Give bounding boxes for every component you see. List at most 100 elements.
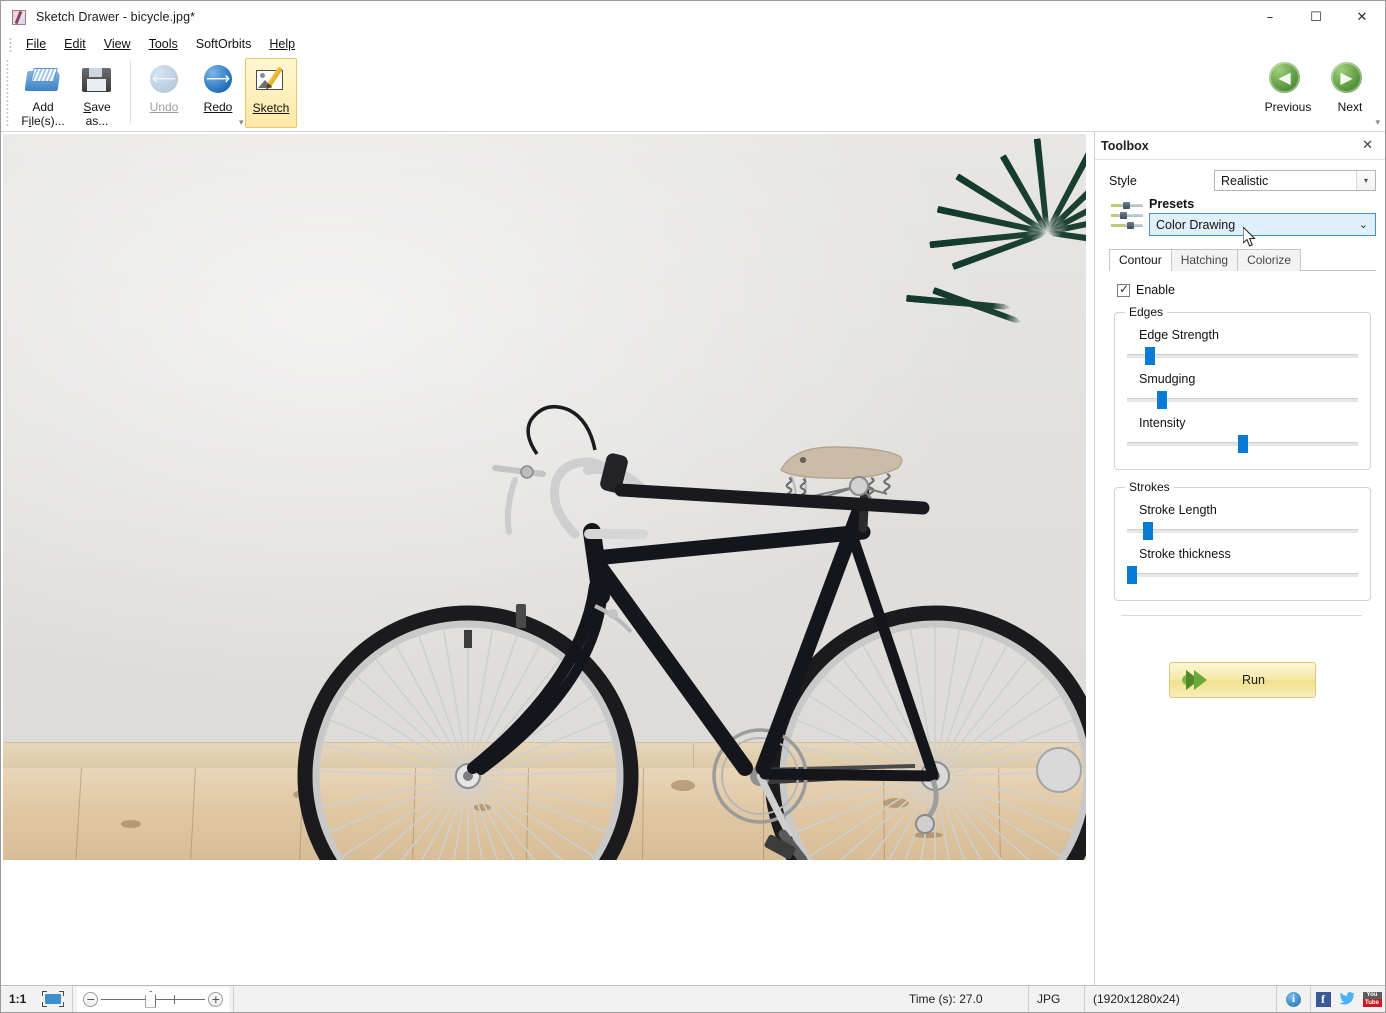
youtube-icon: You Tube bbox=[1362, 991, 1382, 1007]
style-dropdown[interactable]: Realistic ▾ bbox=[1214, 170, 1376, 191]
enable-checkbox[interactable] bbox=[1117, 282, 1130, 297]
add-files-button[interactable]: Add File(s)... bbox=[16, 58, 70, 128]
facebook-icon: f bbox=[1315, 991, 1331, 1007]
presets-dropdown[interactable]: Color Drawing ⌄ bbox=[1149, 213, 1376, 236]
processing-time: Time (s): 27.0 bbox=[901, 986, 1029, 1012]
info-button[interactable]: i bbox=[1277, 986, 1311, 1012]
open-folder-icon bbox=[24, 62, 62, 96]
edge-strength-slider[interactable] bbox=[1127, 347, 1358, 365]
bicycle-photo bbox=[3, 134, 1086, 860]
presets-column: Presets Color Drawing ⌄ bbox=[1149, 197, 1376, 236]
zoom-out-icon[interactable]: − bbox=[83, 991, 99, 1007]
floppy-disk-icon bbox=[78, 62, 116, 96]
previous-button[interactable]: ◀ Previous bbox=[1257, 58, 1319, 128]
run-button[interactable]: Run bbox=[1169, 662, 1316, 698]
window-title: Sketch Drawer - bicycle.jpg* bbox=[36, 10, 196, 24]
intensity-slider[interactable] bbox=[1127, 435, 1358, 453]
slider-track[interactable] bbox=[1127, 573, 1358, 577]
undo-label: Undo bbox=[149, 100, 179, 114]
menu-item-view[interactable]: View bbox=[95, 35, 140, 53]
toolbar-group-history: ⟵ Undo ⟶ Redo Sketch bbox=[137, 55, 297, 131]
smudging-label: Smudging bbox=[1139, 372, 1196, 386]
zoom-slider-thumb[interactable] bbox=[145, 990, 157, 1008]
toolbox-body: Style Realistic ▾ Presets Color Drawing … bbox=[1095, 160, 1385, 698]
menu-item-tools[interactable]: Tools bbox=[140, 35, 187, 53]
workspace: Toolbox ✕ Style Realistic ▾ Presets Colo… bbox=[1, 132, 1385, 985]
menu-item-file[interactable]: File bbox=[17, 35, 55, 53]
menu-file-label: File bbox=[26, 37, 47, 51]
menu-tools-label: Tools bbox=[148, 37, 178, 51]
window-controls: – ☐ ✕ bbox=[1247, 1, 1385, 33]
tab-colorize[interactable]: Colorize bbox=[1237, 249, 1302, 271]
zoom-slider-cell: − + bbox=[73, 986, 235, 1012]
style-value: Realistic bbox=[1221, 173, 1269, 188]
application-window: Sketch Drawer - bicycle.jpg* – ☐ ✕ File … bbox=[0, 0, 1386, 1013]
stroke-thickness-slider[interactable] bbox=[1127, 566, 1358, 584]
image-canvas[interactable] bbox=[1, 132, 1094, 985]
effect-tabs: Contour Hatching Colorize bbox=[1109, 249, 1376, 271]
menu-softorbits-label: SoftOrbits bbox=[195, 37, 252, 51]
status-bar-spacer bbox=[234, 986, 901, 1012]
sliders-presets-icon bbox=[1109, 200, 1145, 234]
toolbar-grip-handle[interactable] bbox=[6, 59, 13, 127]
zoom-slider[interactable]: − + bbox=[77, 986, 230, 1012]
menu-item-edit[interactable]: Edit bbox=[55, 35, 95, 53]
edge-strength-label: Edge Strength bbox=[1139, 328, 1219, 342]
status-bar: 1:1 − + Time (s): 27.0 JPG (1920x1280x24… bbox=[1, 985, 1385, 1012]
slider-thumb[interactable] bbox=[1127, 566, 1137, 584]
menu-item-help[interactable]: Help bbox=[260, 35, 304, 53]
chevron-down-icon[interactable]: ⌄ bbox=[1359, 218, 1368, 231]
image-dimensions: (1920x1280x24) bbox=[1085, 986, 1277, 1012]
youtube-button[interactable]: You Tube bbox=[1359, 986, 1385, 1012]
menu-grip-handle[interactable] bbox=[7, 36, 14, 52]
menu-item-softorbits[interactable]: SoftOrbits bbox=[187, 35, 261, 53]
slider-thumb[interactable] bbox=[1143, 522, 1154, 540]
sketch-app-icon bbox=[11, 9, 28, 26]
toolbox-close-icon[interactable]: ✕ bbox=[1358, 137, 1377, 154]
close-button[interactable]: ✕ bbox=[1339, 1, 1385, 33]
intensity-label: Intensity bbox=[1139, 416, 1186, 430]
tab-hatching[interactable]: Hatching bbox=[1170, 249, 1239, 271]
fit-to-window-button[interactable] bbox=[34, 986, 74, 1012]
zoom-slider-track[interactable] bbox=[101, 990, 206, 1008]
slider-thumb[interactable] bbox=[1157, 391, 1168, 409]
zoom-in-icon[interactable]: + bbox=[208, 991, 224, 1007]
slider-track[interactable] bbox=[1127, 529, 1358, 533]
panel-divider bbox=[1121, 615, 1362, 616]
redo-button[interactable]: ⟶ Redo bbox=[191, 58, 245, 128]
sketch-button[interactable]: Sketch bbox=[245, 58, 297, 128]
toolbox-panel: Toolbox ✕ Style Realistic ▾ Presets Colo… bbox=[1094, 132, 1385, 985]
maximize-button[interactable]: ☐ bbox=[1293, 1, 1339, 33]
file-format: JPG bbox=[1029, 986, 1085, 1012]
minimize-button[interactable]: – bbox=[1247, 1, 1293, 33]
tab-panel-contour: Enable Edges Edge Strength Smudging bbox=[1109, 270, 1376, 698]
youtube-label-line2: Tube bbox=[1362, 998, 1382, 1007]
title-bar: Sketch Drawer - bicycle.jpg* – ☐ ✕ bbox=[1, 1, 1385, 33]
slider-thumb[interactable] bbox=[1145, 347, 1156, 365]
save-as-label-line1: Save bbox=[83, 100, 111, 114]
twitter-button[interactable] bbox=[1335, 986, 1359, 1012]
undo-button[interactable]: ⟵ Undo bbox=[137, 58, 191, 128]
undo-arrow-icon: ⟵ bbox=[145, 62, 183, 96]
chevron-down-icon[interactable]: ▾ bbox=[1356, 171, 1375, 190]
enable-checkbox-row[interactable]: Enable bbox=[1117, 282, 1376, 297]
save-as-button[interactable]: Save as... bbox=[70, 58, 124, 128]
smudging-slider[interactable] bbox=[1127, 391, 1358, 409]
green-double-arrow-icon bbox=[1182, 670, 1214, 691]
presets-label: Presets bbox=[1149, 197, 1195, 211]
menu-bar: File Edit View Tools SoftOrbits Help bbox=[1, 33, 1385, 55]
facebook-button[interactable]: f bbox=[1311, 986, 1335, 1012]
slider-track[interactable] bbox=[1127, 354, 1358, 358]
sketch-label: Sketch bbox=[252, 101, 290, 115]
toolbar-separator-1 bbox=[130, 61, 131, 123]
next-button[interactable]: ▶ Next bbox=[1319, 58, 1381, 128]
tab-contour[interactable]: Contour bbox=[1109, 249, 1172, 271]
zoom-ratio-label: 1:1 bbox=[9, 992, 27, 1006]
menu-help-label: Help bbox=[269, 37, 296, 51]
stroke-length-slider[interactable] bbox=[1127, 522, 1358, 540]
slider-thumb[interactable] bbox=[1237, 435, 1248, 453]
toolbar-expand-left-glyph[interactable]: ▾ bbox=[239, 118, 244, 128]
twitter-icon bbox=[1339, 992, 1355, 1006]
toolbar-expand-right-glyph[interactable]: ▾ bbox=[1375, 118, 1380, 128]
menu-edit-label: Edit bbox=[64, 37, 86, 51]
